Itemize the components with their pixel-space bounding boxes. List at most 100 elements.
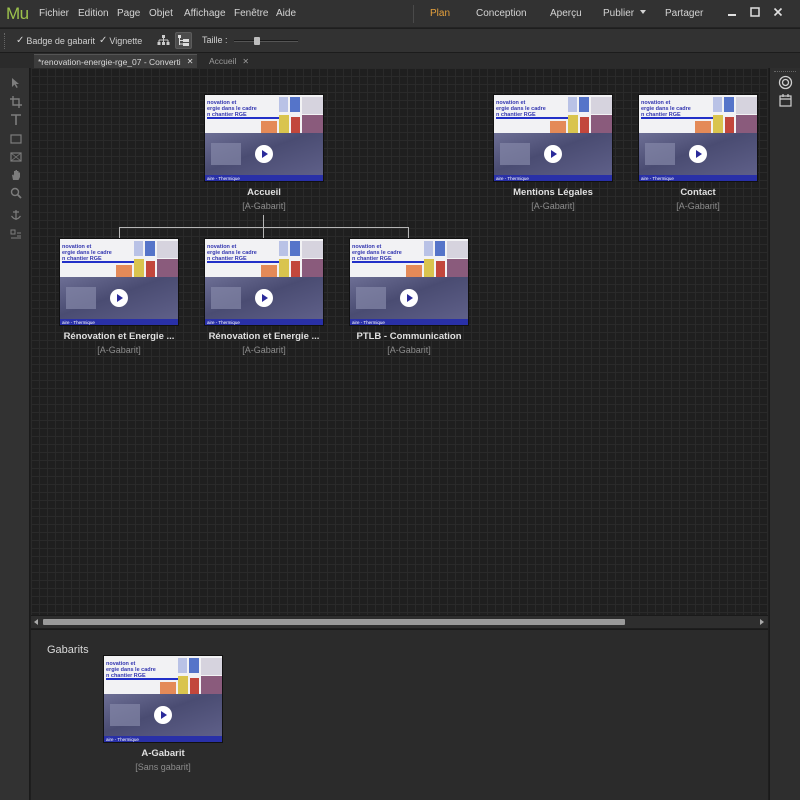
mode-plan[interactable]: Plan (430, 8, 450, 19)
zoom-tool-icon[interactable] (9, 186, 22, 199)
page-master-badge: [A-Gabarit] (387, 345, 431, 355)
masters-title: Gabarits (47, 644, 89, 656)
rectangle-tool-icon[interactable] (9, 132, 22, 145)
page-name[interactable]: Mentions Légales (493, 187, 613, 198)
plan-connector (263, 227, 264, 238)
mode-publier[interactable]: Publier (603, 8, 634, 19)
text-tool-icon[interactable] (9, 113, 22, 126)
vertical-layout-button[interactable] (175, 32, 192, 49)
master-thumbnail[interactable]: novation et ergie dans le cadre n chanti… (103, 655, 223, 743)
size-slider-thumb[interactable] (254, 37, 261, 45)
mode-partager[interactable]: Partager (665, 8, 703, 19)
page-card-mentions-legales[interactable]: novation et ergie dans le cadre n chanti… (493, 94, 613, 211)
thumbnail-checkbox-label: Vignette (109, 35, 143, 46)
page-name[interactable]: Accueil (204, 187, 324, 198)
play-icon (689, 145, 707, 163)
close-button[interactable] (768, 4, 788, 20)
page-thumbnail[interactable]: novation et ergie dans le cadre n chanti… (349, 238, 469, 326)
checkmark-icon: ✓ (16, 35, 25, 46)
horizontal-layout-button[interactable] (155, 32, 172, 49)
anchor-tool-icon[interactable] (9, 208, 22, 221)
play-icon (400, 289, 418, 307)
thumb-footer: aire - Thermique (207, 320, 240, 325)
thumb-footer: aire - Thermique (207, 176, 240, 181)
play-icon (544, 145, 562, 163)
page-master-badge: [A-Gabarit] (242, 345, 286, 355)
page-thumbnail[interactable]: novation et ergie dans le cadre n chanti… (59, 238, 179, 326)
dock-grip[interactable] (774, 71, 796, 73)
close-icon[interactable]: ✕ (242, 57, 249, 66)
hand-tool-icon[interactable] (9, 168, 22, 181)
page-card-renovation-1[interactable]: novation et ergie dans le cadre n chanti… (59, 238, 179, 355)
page-thumbnail[interactable]: novation et ergie dans le cadre n chanti… (638, 94, 758, 182)
page-thumbnail[interactable]: novation et ergie dans le cadre n chanti… (204, 238, 324, 326)
thumb-headline: novation et ergie dans le cadre n chanti… (352, 244, 402, 262)
muse-logo: Mu (6, 4, 29, 23)
menu-edition[interactable]: Edition (78, 8, 109, 19)
page-thumbnail[interactable]: novation et ergie dans le cadre n chanti… (493, 94, 613, 182)
masters-panel: Gabarits novation et ergie dans le cadre… (31, 629, 768, 800)
image-frame-tool-icon[interactable] (9, 150, 22, 163)
badge-checkbox-label: Badge de gabarit (26, 35, 95, 46)
crop-tool-icon[interactable] (9, 95, 22, 108)
tools-panel (0, 68, 30, 800)
page-card-accueil[interactable]: novation et ergie dans le cadre n chanti… (204, 94, 324, 211)
horizontal-scrollbar[interactable] (31, 615, 768, 628)
master-name[interactable]: A-Gabarit (103, 748, 223, 759)
plan-connector (263, 215, 264, 227)
tab-accueil[interactable]: Accueil ✕ (205, 54, 253, 68)
thumb-footer: aire - Thermique (106, 737, 139, 742)
badge-checkbox[interactable]: ✓ Badge de gabarit (16, 35, 95, 46)
minimize-icon (728, 14, 736, 16)
site-plan-canvas[interactable]: novation et ergie dans le cadre n chanti… (31, 68, 768, 615)
play-icon (110, 289, 128, 307)
toolbar-grip[interactable] (4, 33, 7, 49)
minimize-button[interactable] (722, 4, 742, 20)
page-name[interactable]: Rénovation et Energie ... (204, 331, 324, 342)
selection-tool-icon[interactable] (9, 76, 22, 89)
page-card-renovation-2[interactable]: novation et ergie dans le cadre n chanti… (204, 238, 324, 355)
page-master-badge: [A-Gabarit] (676, 201, 720, 211)
chevron-down-icon[interactable] (640, 10, 646, 14)
play-icon (255, 289, 273, 307)
menu-fenetre[interactable]: Fenêtre (234, 8, 268, 19)
scrollbar-thumb[interactable] (43, 619, 625, 625)
menu-fichier[interactable]: Fichier (39, 8, 69, 19)
mode-apercu[interactable]: Aperçu (550, 8, 582, 19)
menu-objet[interactable]: Objet (149, 8, 173, 19)
thumb-headline: novation et ergie dans le cadre n chanti… (641, 100, 691, 118)
sitemap-vertical-icon (178, 35, 189, 46)
size-slider[interactable] (234, 37, 298, 45)
thumbnail-checkbox[interactable]: ✓ Vignette (99, 35, 142, 46)
tab-accueil-label: Accueil (209, 56, 237, 66)
plan-connector (119, 227, 409, 228)
page-master-badge: [A-Gabarit] (242, 201, 286, 211)
toolbar: ✓ Badge de gabarit ✓ Vignette Taille : (0, 29, 800, 53)
document-tabs: *renovation-energie-rge_07 - Converti ✕ … (0, 53, 800, 68)
page-name[interactable]: Contact (638, 187, 758, 198)
page-card-ptlb-communication[interactable]: novation et ergie dans le cadre n chanti… (349, 238, 469, 355)
tab-document[interactable]: *renovation-energie-rge_07 - Converti ✕ (34, 54, 198, 68)
page-name[interactable]: PTLB - Communication (349, 331, 469, 342)
page-thumbnail[interactable]: novation et ergie dans le cadre n chanti… (204, 94, 324, 182)
master-card-a-gabarit[interactable]: novation et ergie dans le cadre n chanti… (103, 655, 223, 772)
checkmark-icon: ✓ (99, 35, 108, 46)
scroll-left-icon[interactable] (34, 619, 38, 625)
page-master-badge: [A-Gabarit] (97, 345, 141, 355)
library-icon[interactable] (777, 92, 793, 108)
layout-tool-icon[interactable] (9, 228, 22, 241)
play-icon (255, 145, 273, 163)
scroll-right-icon[interactable] (760, 619, 764, 625)
maximize-button[interactable] (745, 4, 765, 20)
menu-affichage[interactable]: Affichage (184, 8, 226, 19)
close-icon[interactable]: ✕ (187, 57, 194, 66)
creative-cloud-icon[interactable] (777, 74, 793, 90)
page-card-contact[interactable]: novation et ergie dans le cadre n chanti… (638, 94, 758, 211)
page-name[interactable]: Rénovation et Energie ... (59, 331, 179, 342)
play-icon (154, 706, 172, 724)
menu-page[interactable]: Page (117, 8, 140, 19)
thumb-footer: aire - Thermique (496, 176, 529, 181)
mode-conception[interactable]: Conception (476, 8, 527, 19)
thumb-footer: aire - Thermique (352, 320, 385, 325)
menu-aide[interactable]: Aide (276, 8, 296, 19)
